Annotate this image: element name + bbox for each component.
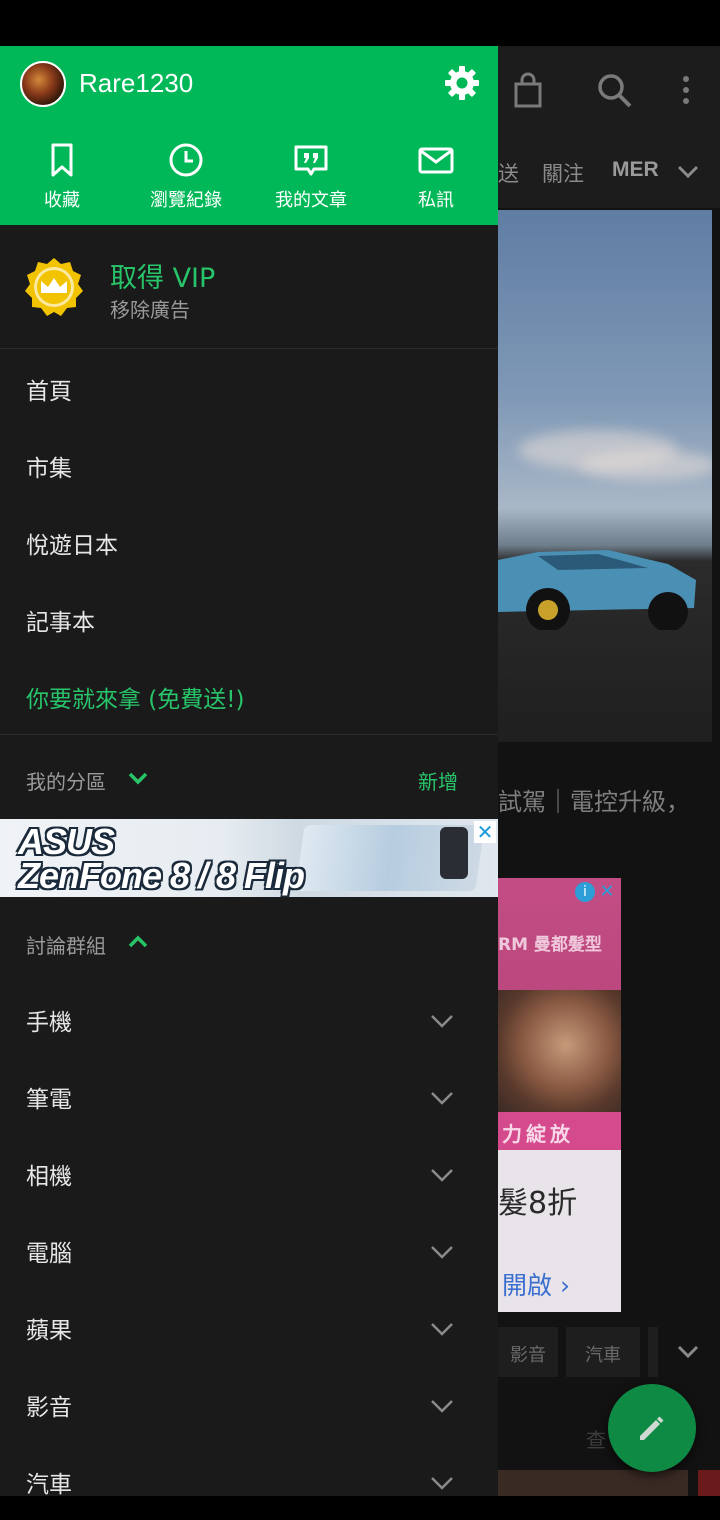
chevron-down-icon[interactable] [676, 160, 700, 184]
avatar[interactable] [20, 61, 66, 107]
chip-car[interactable]: 汽車 [566, 1327, 640, 1377]
quick-action-history[interactable]: 瀏覽紀錄 [136, 142, 236, 222]
group-item-label: 筆電 [26, 1087, 72, 1113]
group-item-label: 手機 [26, 1010, 72, 1036]
chevron-down-icon[interactable] [428, 1007, 456, 1035]
vip-upgrade[interactable]: 取得 VIP 移除廣告 [0, 225, 498, 349]
quick-action-label: 收藏 [44, 190, 80, 211]
navigation-drawer: Rare1230 收藏 瀏覽紀錄 我的文章 私訊 取得 VIP 移除廣告 首頁 … [0, 46, 498, 1496]
ad-brand: RM 曼都髮型 [498, 935, 602, 955]
group-item-label: 相機 [26, 1164, 72, 1190]
ad-band: 力綻放 [498, 1112, 621, 1150]
gear-icon[interactable] [443, 64, 481, 102]
background-ad[interactable]: RM 曼都髮型 力綻放 髮8折 開啟 › i ✕ [498, 878, 621, 1312]
group-item-laptops[interactable]: 筆電 [0, 1060, 498, 1136]
background-tabs: 送 關注 MER [498, 136, 720, 208]
article-hero-image[interactable] [498, 210, 712, 742]
chevron-down-icon[interactable] [428, 1238, 456, 1266]
chevron-down-icon[interactable] [428, 1469, 456, 1496]
car-image [498, 550, 696, 630]
background-app: 送 關注 MER 試駕｜電控升級， RM 曼都髮型 力綻放 髮8折 開啟 › i… [498, 46, 720, 1496]
background-link[interactable]: 查 [586, 1424, 606, 1453]
pencil-icon [640, 1416, 664, 1440]
bookmark-icon [51, 143, 73, 177]
chevron-down-icon[interactable] [428, 1315, 456, 1343]
close-icon[interactable]: ✕ [474, 821, 496, 843]
menu-item-home[interactable]: 首頁 [26, 372, 72, 406]
quick-action-label: 我的文章 [275, 190, 347, 211]
ad-banner[interactable]: ASUS ZenFone 8 / 8 Flip ✕ [0, 819, 498, 897]
mail-icon [418, 147, 454, 174]
quick-action-bookmarks[interactable]: 收藏 [12, 142, 112, 222]
group-item-apple[interactable]: 蘋果 [0, 1291, 498, 1367]
chevron-down-icon[interactable] [428, 1161, 456, 1189]
quick-action-label: 私訊 [418, 190, 454, 211]
background-toolbar [498, 46, 720, 136]
group-item-computers[interactable]: 電腦 [0, 1214, 498, 1290]
quick-action-label: 瀏覽紀錄 [150, 190, 222, 211]
add-section-button[interactable]: 新增 [418, 766, 458, 795]
chip-audio[interactable]: 影音 [498, 1327, 558, 1377]
group-item-label: 汽車 [26, 1472, 72, 1496]
divider [0, 734, 498, 735]
quick-action-messages[interactable]: 私訊 [386, 142, 486, 222]
vip-title: 取得 VIP [110, 263, 216, 294]
username[interactable]: Rare1230 [79, 68, 193, 99]
ad-phone-camera [440, 827, 468, 879]
group-item-audio-video[interactable]: 影音 [0, 1368, 498, 1444]
group-item-label: 影音 [26, 1395, 72, 1421]
group-item-label: 蘋果 [26, 1318, 72, 1344]
chevron-down-icon[interactable] [126, 766, 150, 790]
chevron-down-icon[interactable] [428, 1392, 456, 1420]
article-headline[interactable]: 試駕｜電控升級， [498, 782, 690, 817]
quote-article-icon [294, 145, 328, 176]
crown-icon [25, 258, 83, 316]
ad-photo [498, 990, 621, 1112]
article-thumbnail[interactable] [498, 1470, 688, 1496]
article-thumbnail[interactable] [698, 1470, 720, 1496]
ad-info-icon[interactable]: i [575, 882, 595, 902]
compose-button[interactable] [608, 1384, 696, 1472]
quick-action-my-articles[interactable]: 我的文章 [261, 142, 361, 222]
menu-item-market[interactable]: 市集 [26, 449, 72, 483]
status-bar [0, 0, 720, 46]
group-item-cameras[interactable]: 相機 [0, 1137, 498, 1213]
chevron-down-icon[interactable] [428, 1084, 456, 1112]
tab-mer[interactable]: MER [612, 158, 659, 182]
chevron-up-icon[interactable] [126, 930, 150, 954]
ad-price: 髮8折 [498, 1186, 578, 1221]
group-item-phones[interactable]: 手機 [0, 983, 498, 1059]
vip-subtitle: 移除廣告 [110, 298, 190, 322]
discussion-groups-label[interactable]: 討論群組 [26, 930, 106, 959]
system-navigation-bar [0, 1496, 720, 1520]
ad-open-link[interactable]: 開啟 › [502, 1266, 570, 1302]
menu-item-free-giveaway[interactable]: 你要就來拿 (免費送!) [26, 680, 244, 714]
search-icon[interactable] [594, 70, 634, 110]
chevron-down-icon[interactable] [676, 1340, 700, 1364]
ad-close-icon[interactable]: ✕ [597, 882, 617, 902]
more-icon[interactable] [666, 70, 706, 110]
menu-item-japan-travel[interactable]: 悅遊日本 [26, 526, 118, 560]
group-item-cars[interactable]: 汽車 [0, 1445, 498, 1496]
tab-follow[interactable]: 關注 [542, 158, 584, 188]
group-item-label: 電腦 [26, 1241, 72, 1267]
shopping-bag-icon [514, 72, 542, 108]
background-chips: 影音 汽車 [498, 1324, 720, 1380]
tab-send[interactable]: 送 [498, 158, 519, 188]
ad-headline-model: ZenFone 8 / 8 Flip [18, 855, 305, 896]
my-sections-label[interactable]: 我的分區 [26, 766, 106, 795]
menu-item-notebook[interactable]: 記事本 [26, 603, 95, 637]
drawer-header: Rare1230 收藏 瀏覽紀錄 我的文章 私訊 [0, 46, 498, 225]
clock-icon [169, 143, 203, 177]
